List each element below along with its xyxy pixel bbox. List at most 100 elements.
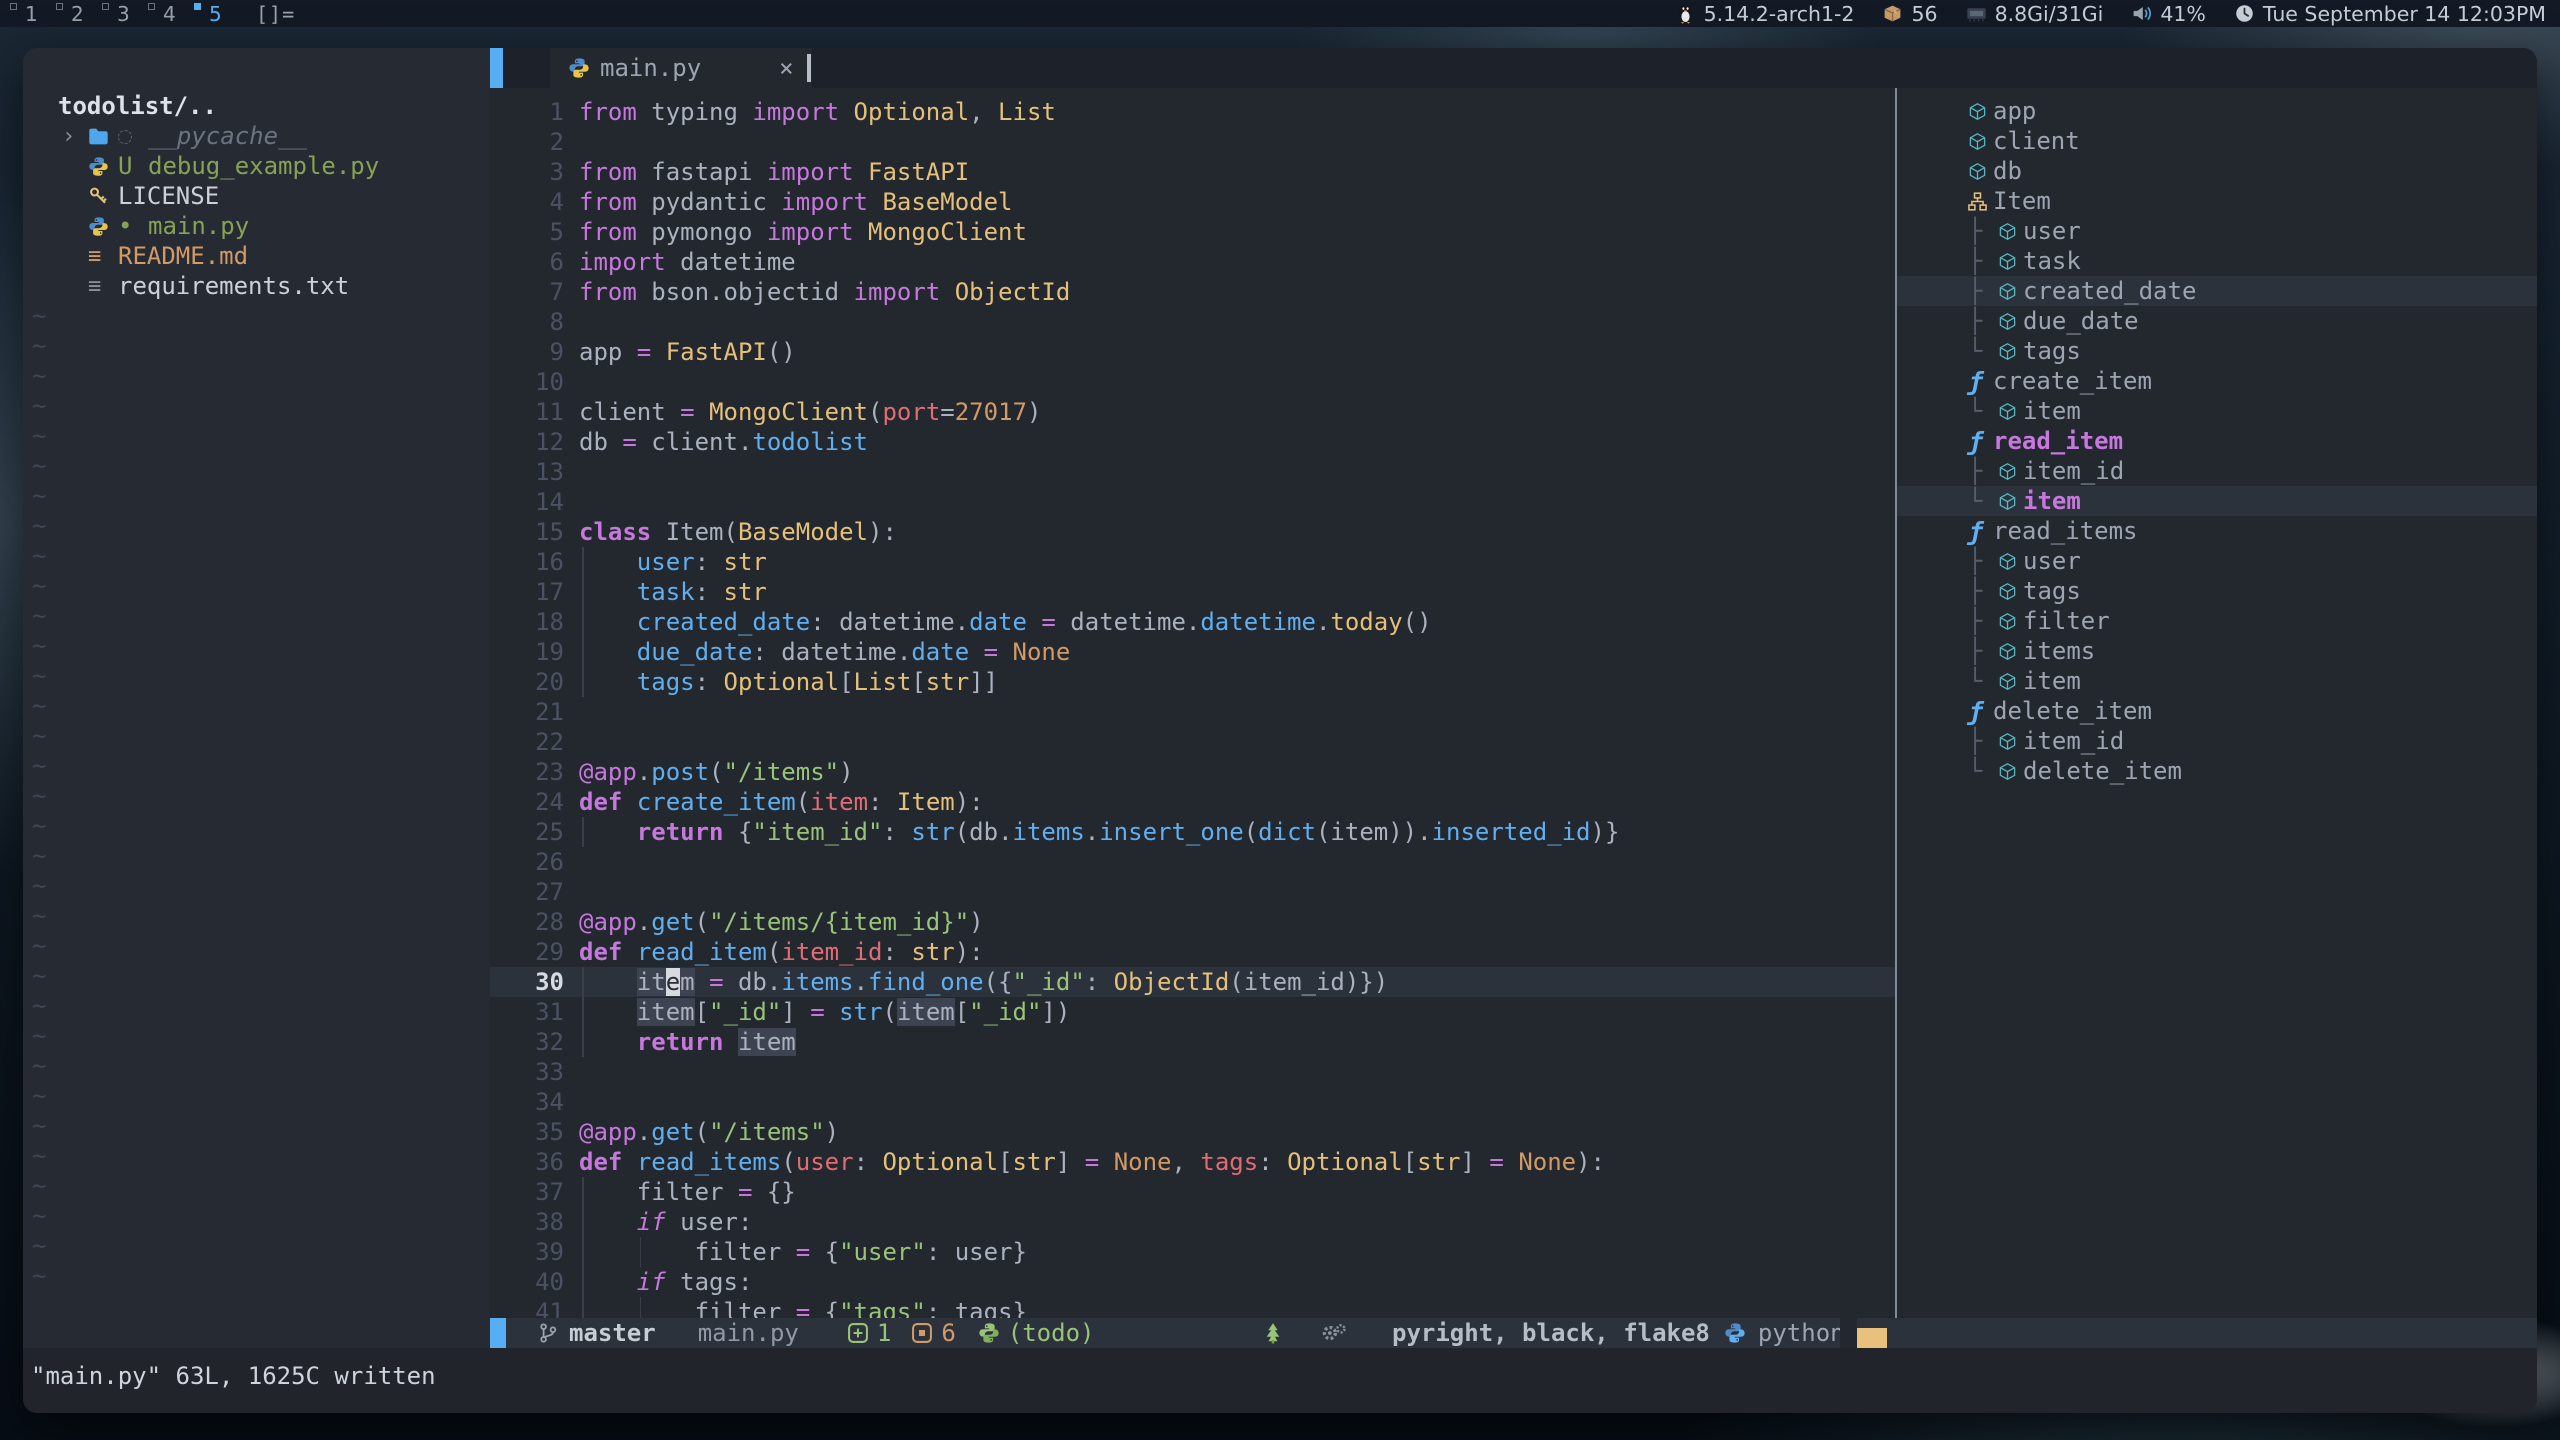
- outline-symbol-item_id[interactable]: ├item_id: [1897, 456, 2537, 486]
- code-line-6[interactable]: 6import datetime: [490, 247, 1895, 277]
- tab-close-icon[interactable]: ×: [779, 54, 793, 82]
- code-line-3[interactable]: 3from fastapi import FastAPI: [490, 157, 1895, 187]
- workspace-2[interactable]: 2: [52, 0, 98, 27]
- workspace-3[interactable]: 3: [98, 0, 144, 27]
- file-name: requirements.txt: [118, 272, 349, 300]
- outline-symbol-tags[interactable]: └tags: [1897, 336, 2537, 366]
- code-line-34[interactable]: 34: [490, 1087, 1895, 1117]
- code-line-21[interactable]: 21: [490, 697, 1895, 727]
- code-line-17[interactable]: 17 task: str: [490, 577, 1895, 607]
- tree-connector: ├: [1968, 726, 1998, 756]
- outline-symbol-filter[interactable]: ├filter: [1897, 606, 2537, 636]
- workspace-5[interactable]: 5: [190, 0, 236, 27]
- code-line-10[interactable]: 10: [490, 367, 1895, 397]
- file-tree-item-main.py[interactable]: •main.py: [23, 211, 490, 241]
- code-line-40[interactable]: 40 if tags:: [490, 1267, 1895, 1297]
- code-line-2[interactable]: 2: [490, 127, 1895, 157]
- file-tree-item-__pycache__[interactable]: ›__pycache__: [23, 121, 490, 151]
- treesitter-tree-icon: [1262, 1322, 1284, 1344]
- gears-icon: [1320, 1322, 1348, 1344]
- code-line-26[interactable]: 26: [490, 847, 1895, 877]
- code-line-41[interactable]: 41 filter = {"tags": tags}: [490, 1297, 1895, 1318]
- code-line-15[interactable]: 15class Item(BaseModel):: [490, 517, 1895, 547]
- outline-symbol-item[interactable]: └item: [1897, 666, 2537, 696]
- outline-symbol-delete_item[interactable]: └delete_item: [1897, 756, 2537, 786]
- empty-line-marker: ~: [23, 871, 490, 901]
- outline-symbol-client[interactable]: client: [1897, 126, 2537, 156]
- function-icon: ƒ: [1968, 702, 1993, 721]
- code-line-16[interactable]: 16 user: str: [490, 547, 1895, 577]
- txt-icon: ≡: [88, 276, 118, 297]
- code-line-30[interactable]: 30 item = db.items.find_one({"_id": Obje…: [490, 967, 1895, 997]
- outline-symbol-items[interactable]: ├items: [1897, 636, 2537, 666]
- outline-symbol-read_items[interactable]: ƒread_items: [1897, 516, 2537, 546]
- code-editor[interactable]: 1from typing import Optional, List23from…: [490, 88, 1895, 1318]
- code-line-39[interactable]: 39 filter = {"user": user}: [490, 1237, 1895, 1267]
- line-number: 3: [490, 157, 564, 187]
- indent-guide: [582, 1027, 584, 1057]
- code-line-29[interactable]: 29def read_item(item_id: str):: [490, 937, 1895, 967]
- code-line-7[interactable]: 7from bson.objectid import ObjectId: [490, 277, 1895, 307]
- code-line-37[interactable]: 37 filter = {}: [490, 1177, 1895, 1207]
- outline-symbol-create_item[interactable]: ƒcreate_item: [1897, 366, 2537, 396]
- code-line-24[interactable]: 24def create_item(item: Item):: [490, 787, 1895, 817]
- outline-symbol-item[interactable]: └item: [1897, 486, 2537, 516]
- git-branch-icon: [537, 1322, 559, 1344]
- code-line-11[interactable]: 11client = MongoClient(port=27017): [490, 397, 1895, 427]
- command-line-area[interactable]: "main.py" 63L, 1625C written: [23, 1348, 2537, 1413]
- code-line-36[interactable]: 36def read_items(user: Optional[str] = N…: [490, 1147, 1895, 1177]
- git-status-marker: •: [118, 212, 148, 240]
- code-line-23[interactable]: 23@app.post("/items"): [490, 757, 1895, 787]
- empty-line-marker: ~: [23, 391, 490, 421]
- code-line-27[interactable]: 27: [490, 877, 1895, 907]
- workspace-1[interactable]: 1: [6, 0, 52, 27]
- code-line-12[interactable]: 12db = client.todolist: [490, 427, 1895, 457]
- class-icon: [1968, 192, 1993, 211]
- outline-symbol-app[interactable]: app: [1897, 96, 2537, 126]
- outline-symbol-user[interactable]: ├user: [1897, 546, 2537, 576]
- code-line-28[interactable]: 28@app.get("/items/{item_id}"): [490, 907, 1895, 937]
- outline-symbol-read_item[interactable]: ƒread_item: [1897, 426, 2537, 456]
- symbols-outline-panel[interactable]: appclientdbItem├user├task├created_date├d…: [1897, 88, 2537, 1318]
- code-line-38[interactable]: 38 if user:: [490, 1207, 1895, 1237]
- workspace-4[interactable]: 4: [144, 0, 190, 27]
- outline-symbol-task[interactable]: ├task: [1897, 246, 2537, 276]
- code-line-22[interactable]: 22: [490, 727, 1895, 757]
- code-line-32[interactable]: 32 return item: [490, 1027, 1895, 1057]
- outline-symbol-db[interactable]: db: [1897, 156, 2537, 186]
- statusline-filename: main.py: [698, 1319, 799, 1347]
- code-line-35[interactable]: 35@app.get("/items"): [490, 1117, 1895, 1147]
- line-number: 41: [490, 1297, 564, 1318]
- outline-symbol-item[interactable]: └item: [1897, 396, 2537, 426]
- code-line-4[interactable]: 4from pydantic import BaseModel: [490, 187, 1895, 217]
- code-line-19[interactable]: 19 due_date: datetime.date = None: [490, 637, 1895, 667]
- code-line-14[interactable]: 14: [490, 487, 1895, 517]
- desktop: { "palette":{ "accent_blue":"#57aef2","m…: [0, 0, 2560, 1440]
- code-line-31[interactable]: 31 item["_id"] = str(item["_id"]): [490, 997, 1895, 1027]
- code-line-5[interactable]: 5from pymongo import MongoClient: [490, 217, 1895, 247]
- outline-symbol-Item[interactable]: Item: [1897, 186, 2537, 216]
- file-tree-item-LICENSE[interactable]: LICENSE: [23, 181, 490, 211]
- code-line-20[interactable]: 20 tags: Optional[List[str]]: [490, 667, 1895, 697]
- line-number: 23: [490, 757, 564, 787]
- outline-symbol-delete_item[interactable]: ƒdelete_item: [1897, 696, 2537, 726]
- file-tree-item-README.md[interactable]: ≡README.md: [23, 241, 490, 271]
- code-line-13[interactable]: 13: [490, 457, 1895, 487]
- outline-symbol-item_id[interactable]: ├item_id: [1897, 726, 2537, 756]
- code-line-33[interactable]: 33: [490, 1057, 1895, 1087]
- file-tree-item-requirements.txt[interactable]: ≡requirements.txt: [23, 271, 490, 301]
- code-line-1[interactable]: 1from typing import Optional, List: [490, 97, 1895, 127]
- code-line-9[interactable]: 9app = FastAPI(): [490, 337, 1895, 367]
- outline-symbol-tags[interactable]: ├tags: [1897, 576, 2537, 606]
- code-line-18[interactable]: 18 created_date: datetime.date = datetim…: [490, 607, 1895, 637]
- outline-symbol-due_date[interactable]: ├due_date: [1897, 306, 2537, 336]
- tab-main-py[interactable]: main.py ×: [550, 48, 812, 88]
- outline-symbol-created_date[interactable]: ├created_date: [1897, 276, 2537, 306]
- outline-symbol-user[interactable]: ├user: [1897, 216, 2537, 246]
- speaker-icon: [2131, 3, 2152, 24]
- file-tree-item-debug_example.py[interactable]: Udebug_example.py: [23, 151, 490, 181]
- code-line-25[interactable]: 25 return {"item_id": str(db.items.inser…: [490, 817, 1895, 847]
- code-line-8[interactable]: 8: [490, 307, 1895, 337]
- symbol-label: delete_item: [1993, 696, 2152, 726]
- file-explorer-panel[interactable]: todolist/.. ›__pycache__Udebug_example.p…: [23, 48, 490, 1318]
